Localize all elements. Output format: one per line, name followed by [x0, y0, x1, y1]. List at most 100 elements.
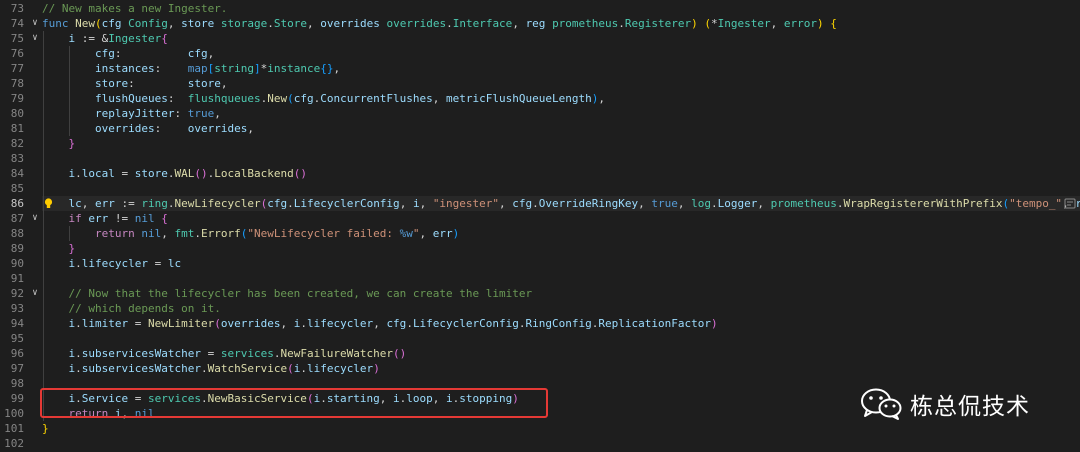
- code-token: {: [161, 32, 168, 45]
- code-token: LifecyclerConfig: [412, 317, 519, 330]
- code-line[interactable]: 83: [0, 151, 1080, 166]
- code-area[interactable]: [42, 436, 1080, 451]
- code-line[interactable]: 81 overrides: overrides,: [0, 121, 1080, 136]
- code-line[interactable]: 101}: [0, 421, 1080, 436]
- code-token: :: [154, 62, 188, 75]
- code-area[interactable]: i.subservicesWatcher.WatchService(i.life…: [42, 361, 1080, 376]
- fold-chevron-icon[interactable]: ∨: [30, 211, 40, 226]
- code-area[interactable]: i.lifecycler = lc: [42, 256, 1080, 271]
- code-area[interactable]: i.limiter = NewLimiter(overrides, i.life…: [42, 316, 1080, 331]
- code-area[interactable]: [42, 151, 1080, 166]
- code-area[interactable]: replayJitter: true,: [42, 106, 1080, 121]
- code-token: store: [187, 77, 221, 90]
- code-token: err: [432, 227, 453, 240]
- code-area[interactable]: flushQueues: flushqueues.New(cfg.Concurr…: [42, 91, 1080, 106]
- code-area[interactable]: [42, 181, 1080, 196]
- code-line[interactable]: 92 ∨ // Now that the lifecycler has been …: [0, 286, 1080, 301]
- code-area[interactable]: lc, err := ring.NewLifecycler(cfg.Lifecy…: [42, 196, 1080, 211]
- code-line[interactable]: 102: [0, 436, 1080, 451]
- code-line[interactable]: 89 }: [0, 241, 1080, 256]
- code-area[interactable]: return nil, fmt.Errorf("NewLifecycler fa…: [42, 226, 1080, 241]
- code-token: .: [532, 197, 539, 210]
- references-icon[interactable]: [1064, 198, 1076, 209]
- code-token: cfg: [386, 317, 407, 330]
- code-token: .: [618, 17, 625, 30]
- code-token: (): [393, 347, 407, 360]
- code-token: local: [81, 167, 115, 180]
- code-token: (: [287, 362, 294, 375]
- code-area[interactable]: [42, 331, 1080, 346]
- fold-chevron-icon[interactable]: ∨: [30, 16, 40, 31]
- code-area[interactable]: instances: map[string]*instance{},: [42, 61, 1080, 76]
- code-line[interactable]: 85: [0, 181, 1080, 196]
- code-token: true: [651, 197, 678, 210]
- code-line[interactable]: 79 flushQueues: flushqueues.New(cfg.Conc…: [0, 91, 1080, 106]
- code-token: :: [114, 47, 188, 60]
- fold-chevron-icon[interactable]: ∨: [30, 286, 40, 301]
- code-area[interactable]: i.subservicesWatcher = services.NewFailu…: [42, 346, 1080, 361]
- code-editor[interactable]: 73// New makes a new Ingester. 74 ∨ func Ne…: [0, 0, 1080, 452]
- code-line[interactable]: 86 lc, err := ring.NewLifecycler(cfg.Lif…: [0, 196, 1080, 211]
- code-token: ,: [499, 197, 513, 210]
- code-token: flushQueues: [94, 92, 168, 105]
- code-token: store: [94, 77, 129, 90]
- code-line[interactable]: 80 replayJitter: true,: [0, 106, 1080, 121]
- code-token: :: [154, 122, 188, 135]
- code-line[interactable]: 82 }: [0, 136, 1080, 151]
- code-area[interactable]: }: [42, 241, 1080, 256]
- code-area[interactable]: }: [42, 136, 1080, 151]
- code-token: overrides: [220, 317, 281, 330]
- code-token: ": [412, 227, 420, 240]
- code-area[interactable]: // New makes a new Ingester.: [42, 1, 1080, 16]
- code-line[interactable]: 94 i.limiter = NewLimiter(overrides, i.l…: [0, 316, 1080, 331]
- code-line[interactable]: 78 store: store,: [0, 76, 1080, 91]
- code-token: .: [406, 317, 413, 330]
- code-line[interactable]: 76 cfg: cfg,: [0, 46, 1080, 61]
- code-line[interactable]: 95: [0, 331, 1080, 346]
- code-area[interactable]: // Now that the lifecycler has been crea…: [42, 286, 1080, 301]
- code-line[interactable]: 84 i.local = store.WAL().LocalBackend(): [0, 166, 1080, 181]
- code-line[interactable]: 90 i.lifecycler = lc: [0, 256, 1080, 271]
- code-area[interactable]: i := &Ingester{: [42, 31, 1080, 46]
- code-line[interactable]: 73 // New makes a new Ingester.: [0, 1, 1080, 16]
- code-token: ,: [81, 197, 95, 210]
- code-token: cfg: [267, 197, 288, 210]
- code-token: cfg: [101, 17, 129, 30]
- fold-chevron-icon[interactable]: ∨: [30, 31, 40, 46]
- code-token: ,: [757, 197, 771, 210]
- code-line[interactable]: 75 ∨ i := &Ingester{: [0, 31, 1080, 46]
- code-token: (): [194, 167, 208, 180]
- code-line[interactable]: 93 // which depends on it.: [0, 301, 1080, 316]
- code-line[interactable]: 96 i.subservicesWatcher = services.NewFa…: [0, 346, 1080, 361]
- code-area[interactable]: if err != nil {: [42, 211, 1080, 226]
- code-token: err: [88, 212, 109, 225]
- code-line[interactable]: 97 i.subservicesWatcher.WatchService(i.l…: [0, 361, 1080, 376]
- code-line[interactable]: 87 ∨ if err != nil {: [0, 211, 1080, 226]
- lightbulb-icon[interactable]: [44, 198, 53, 209]
- code-area[interactable]: func New(cfg Config, store storage.Store…: [42, 16, 1080, 31]
- code-line[interactable]: 74 ∨ func New(cfg Config, store storage.St…: [0, 16, 1080, 31]
- code-token: lc: [68, 197, 82, 210]
- code-area[interactable]: }: [42, 421, 1080, 436]
- code-line[interactable]: 88 return nil, fmt.Errorf("NewLifecycler…: [0, 226, 1080, 241]
- code-area[interactable]: cfg: cfg,: [42, 46, 1080, 61]
- line-number: 83: [10, 152, 24, 165]
- watermark: 栋总侃技术: [860, 386, 1030, 422]
- code-area[interactable]: i.local = store.WAL().LocalBackend(): [42, 166, 1080, 181]
- code-token: .: [267, 17, 274, 30]
- code-area[interactable]: [42, 271, 1080, 286]
- code-text: instances: map[string]*instance{},: [42, 61, 340, 76]
- code-line[interactable]: 91: [0, 271, 1080, 286]
- code-area[interactable]: overrides: overrides,: [42, 121, 1080, 136]
- indent-guide: [43, 181, 44, 196]
- code-line[interactable]: 77 instances: map[string]*instance{},: [0, 61, 1080, 76]
- code-area[interactable]: store: store,: [42, 76, 1080, 91]
- code-token: metricFlushQueueLength: [446, 92, 592, 105]
- code-area[interactable]: // which depends on it.: [42, 301, 1080, 316]
- code-token: Logger: [717, 197, 758, 210]
- line-number: 75: [10, 32, 24, 45]
- code-token: ConcurrentFlushes: [320, 92, 433, 105]
